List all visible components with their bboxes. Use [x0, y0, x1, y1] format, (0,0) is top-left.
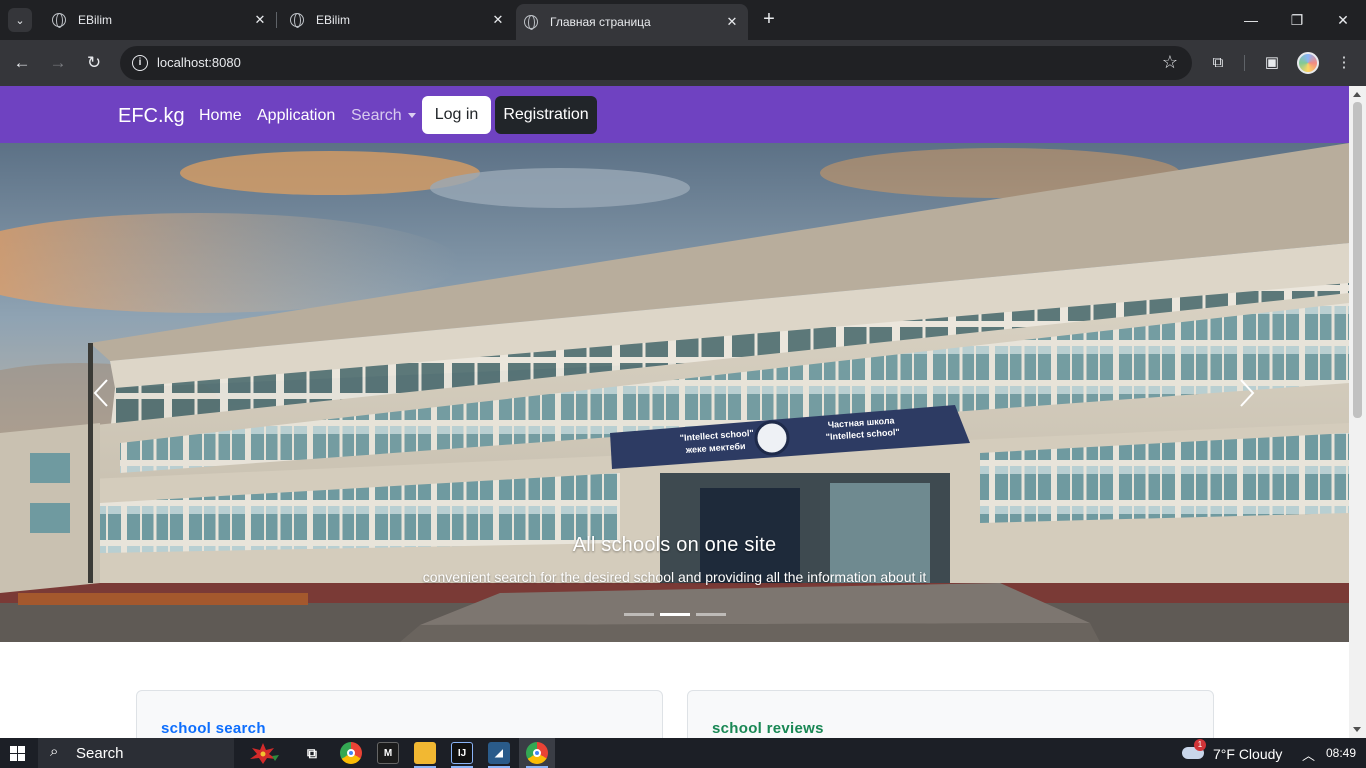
nav-link-application[interactable]: Application: [257, 107, 335, 125]
taskbar-search[interactable]: ⌕ Search: [38, 738, 234, 768]
poinsettia-widget-icon[interactable]: [246, 742, 280, 764]
forward-arrow-icon[interactable]: →: [45, 50, 71, 76]
chevron-left-icon: [93, 379, 108, 407]
restore-icon[interactable]: ❐: [1285, 8, 1309, 32]
caret-down-icon: [407, 113, 416, 119]
school-reviews-card: school reviews: [687, 690, 1214, 738]
close-tab-icon[interactable]: ✕: [724, 14, 740, 30]
carousel-indicator[interactable]: [624, 613, 654, 616]
nav-dropdown-search[interactable]: Search: [351, 107, 416, 125]
tab-title: EBilim: [316, 13, 351, 27]
mail-app-icon[interactable]: M: [377, 742, 399, 764]
carousel-caption: All schools on one site convenient searc…: [0, 534, 1349, 585]
extensions-icon[interactable]: ⧉: [1208, 53, 1228, 73]
browser-tab-strip: ⌄ EBilim ✕ EBilim ✕ Главная страница ✕ +…: [0, 0, 1366, 40]
site-brand[interactable]: EFC.kg: [118, 105, 185, 128]
file-explorer-icon[interactable]: [414, 742, 436, 764]
scroll-up-arrow-icon[interactable]: [1353, 92, 1361, 97]
intellij-app-icon[interactable]: IJ: [451, 742, 473, 764]
page-scrollbar[interactable]: [1349, 86, 1366, 738]
login-button[interactable]: Log in: [422, 96, 491, 134]
chevron-up-icon[interactable]: ︿: [1302, 745, 1315, 764]
card-title-school-search[interactable]: school search: [161, 720, 266, 737]
page-viewport: EFC.kg Home Application Search Log in Re…: [0, 86, 1366, 738]
browser-toolbar: ← → ↻ i localhost:8080 ☆ ⧉ ▣ ⋮: [0, 40, 1366, 86]
weather-badge: 1: [1194, 739, 1206, 751]
database-app-icon[interactable]: ◢: [488, 742, 510, 764]
windows-start-icon[interactable]: [10, 746, 25, 761]
browser-tab[interactable]: EBilim ✕: [282, 6, 514, 34]
nav-link-home[interactable]: Home: [199, 107, 242, 125]
more-menu-icon[interactable]: ⋮: [1334, 53, 1354, 73]
chrome-app-icon-active[interactable]: [526, 742, 548, 764]
new-tab-button[interactable]: +: [758, 8, 780, 32]
carousel-indicator[interactable]: [660, 613, 690, 616]
tab-title: EBilim: [78, 13, 113, 27]
taskbar-clock[interactable]: 08:49: [1326, 746, 1356, 760]
weather-widget[interactable]: 1: [1182, 739, 1206, 759]
registration-button[interactable]: Registration: [495, 96, 597, 134]
globe-icon: [52, 13, 66, 28]
carousel-indicators: [624, 613, 726, 616]
carousel-indicator[interactable]: [696, 613, 726, 616]
browser-tab-active[interactable]: Главная страница ✕: [516, 4, 748, 40]
reload-icon[interactable]: ↻: [81, 50, 107, 76]
close-tab-icon[interactable]: ✕: [252, 12, 268, 28]
globe-icon: [290, 13, 304, 28]
browser-tab[interactable]: EBilim ✕: [44, 6, 276, 34]
task-view-icon[interactable]: ⧉: [301, 742, 323, 764]
profile-avatar[interactable]: [1297, 52, 1319, 74]
site-info-icon[interactable]: i: [132, 55, 148, 71]
nav-dropdown-label: Search: [351, 107, 402, 124]
toolbar-divider: [1244, 55, 1245, 71]
weather-text[interactable]: 7°F Cloudy: [1213, 746, 1282, 762]
minimize-icon[interactable]: —: [1239, 8, 1263, 32]
carousel-next-button[interactable]: [1232, 373, 1262, 413]
tab-search-button[interactable]: ⌄: [8, 8, 32, 32]
close-tab-icon[interactable]: ✕: [490, 12, 506, 28]
chevron-down-icon: ⌄: [15, 14, 25, 27]
close-window-icon[interactable]: ✕: [1331, 8, 1355, 32]
chevron-right-icon: [1240, 379, 1255, 407]
scrollbar-thumb[interactable]: [1353, 102, 1362, 418]
chrome-app-icon[interactable]: [340, 742, 362, 764]
carousel-subtitle: convenient search for the desired school…: [422, 569, 927, 585]
windows-taskbar: ⌕ Search ⧉ M IJ ◢ 1 7°F Cloudy ︿ 08:49: [0, 738, 1366, 768]
card-title-school-reviews[interactable]: school reviews: [712, 720, 824, 737]
hero-carousel: "Intellect school" жеке мектеби Частная …: [0, 143, 1349, 642]
taskbar-search-label: Search: [76, 745, 124, 762]
tab-separator: [276, 12, 277, 28]
school-search-card: school search: [136, 690, 663, 738]
tab-title: Главная страница: [550, 15, 651, 29]
url-text[interactable]: localhost:8080: [157, 55, 241, 70]
carousel-prev-button[interactable]: [86, 373, 116, 413]
search-icon: ⌕: [50, 743, 59, 760]
site-navbar: EFC.kg Home Application Search Log in Re…: [0, 86, 1349, 143]
bookmark-star-icon[interactable]: ☆: [1162, 52, 1178, 73]
address-bar[interactable]: i localhost:8080 ☆: [120, 46, 1192, 80]
scroll-down-arrow-icon[interactable]: [1353, 727, 1361, 732]
side-panel-icon[interactable]: ▣: [1262, 53, 1282, 73]
carousel-title: All schools on one site: [572, 534, 777, 556]
globe-icon: [524, 15, 538, 30]
back-arrow-icon[interactable]: ←: [9, 50, 35, 76]
